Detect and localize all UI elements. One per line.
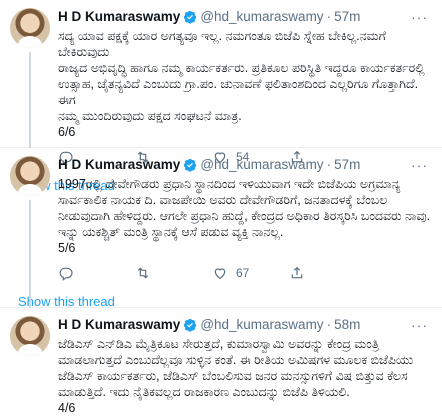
thread-line <box>29 52 31 148</box>
share-button[interactable] <box>289 265 366 281</box>
timestamp[interactable]: 57m <box>334 156 360 174</box>
tweet-header: H D Kumaraswamy @hd_kumaraswamy · 57m ··… <box>58 156 432 174</box>
tweet[interactable]: H D Kumaraswamy @hd_kumaraswamy · 57m ··… <box>0 0 442 193</box>
avatar[interactable] <box>10 8 50 48</box>
author-handle[interactable]: @hd_kumaraswamy <box>200 8 323 26</box>
tweet[interactable]: H D Kumaraswamy @hd_kumaraswamy · 57m ··… <box>0 148 442 309</box>
avatar[interactable] <box>10 156 50 196</box>
tweet-header: H D Kumaraswamy @hd_kumaraswamy · 58m ··… <box>58 316 432 334</box>
reply-icon <box>59 267 73 281</box>
tweet-text: ಜೆಡಿಎಸ್ ಎನ್‌ಡಿಎ ಮೈತ್ರಿಕೂಟ ಸೇರುತ್ತದೆ, ಕುಮ… <box>58 336 432 416</box>
author-handle[interactable]: @hd_kumaraswamy <box>200 156 323 174</box>
share-icon <box>291 266 303 279</box>
tweet-text-line: ಜೆಡಿಎಸ್ ಎನ್‌ಡಿಎ ಮೈತ್ರಿಕೂಟ ಸೇರುತ್ತದೆ, ಕುಮ… <box>58 337 379 351</box>
tweet-text-line: ಸಾರ್ವಕಾಲಿಕ ನಾಯಕ ದಿ. ವಾಜಪೇಯಿ ಅವರು ದೇವೇಗೌಡ… <box>58 193 388 207</box>
timestamp[interactable]: 57m <box>334 8 360 26</box>
tweet-text-line: ರಾಜ್ಯದ ಅಭಿವೃದ್ಧಿ ಹಾಗೂ ನಮ್ಮ ಕಾರ್ಯಕರ್ತರು. … <box>58 61 425 75</box>
avatar[interactable] <box>10 316 50 356</box>
tweet[interactable]: H D Kumaraswamy @hd_kumaraswamy · 58m ··… <box>0 308 442 415</box>
tweet-text: 1997ರಲ್ಲಿ ದೇವೇಗೌಡರು ಪ್ರಧಾನಿ ಸ್ಥಾನದಿಂದ ಇಳ… <box>58 176 432 256</box>
tweet-text-line: ಮಾಡುತ್ತಿದೆ. ಇದು ನೈತಿಕವಲ್ಲದ ರಾಜಕಾರಣ ಎಂಬುದ… <box>58 385 350 399</box>
tweet-text-line: ಇನ್ನು ಯಕಶ್ಚಿತ್ ಮಂತ್ರಿ ಸ್ಥಾನಕ್ಕೆ ಆಸೆ ಪಡುವ… <box>58 225 284 239</box>
thread-counter: 5/6 <box>58 241 76 255</box>
tweet-text-line: ಉತ್ಸಾಹ, ಚೈತನ್ಯವಿದೆ ಎಂಬುದು ಗ್ರಾ.ಪಂ. ಚುನಾವ… <box>58 77 419 107</box>
like-count: 67 <box>236 266 250 280</box>
timestamp[interactable]: 58m <box>334 316 360 334</box>
more-horizontal-icon[interactable]: ··· <box>411 156 432 174</box>
verified-badge-icon <box>184 158 197 172</box>
separator-dot: · <box>326 317 332 332</box>
author-name[interactable]: H D Kumaraswamy <box>58 8 180 26</box>
more-horizontal-icon[interactable]: ··· <box>411 316 432 334</box>
thread-counter: 6/6 <box>58 125 76 139</box>
heart-icon <box>214 268 226 280</box>
tweet-text-line: ಮಾಡಲಾಗುತ್ತದೆ ಎಂಬುದೆಲ್ಲವೂ ಸುಳ್ಳಿನ ಕಂತೆ. ಈ… <box>58 353 414 367</box>
verified-badge-icon <box>184 10 197 24</box>
thread-line <box>29 200 31 308</box>
author-name[interactable]: H D Kumaraswamy <box>58 156 180 174</box>
tweet-text: ಸದ್ಯ ಯಾವ ಪಕ್ಷಕ್ಕೆ ಯಾರ ಅಗತ್ಯವೂ ಇಲ್ಲ. ನಮಗಂ… <box>58 28 432 140</box>
tweet-header: H D Kumaraswamy @hd_kumaraswamy · 57m ··… <box>58 8 432 26</box>
like-button[interactable]: 67 <box>212 265 289 281</box>
tweet-text-line: ನೀಡುವುದಾಗಿ ಹೇಳಿದ್ದರು. ಆಗಲೇ ಪ್ರಧಾನಿ ಹುದ್ದ… <box>58 209 431 223</box>
tweet-text-line: 1997ರಲ್ಲಿ ದೇವೇಗೌಡರು ಪ್ರಧಾನಿ ಸ್ಥಾನದಿಂದ ಇಳ… <box>58 177 401 191</box>
tweet-text-line: ಜೆಡಿಎಸ್ ಕಾರ್ಯಕರ್ತರು, ಜೆಡಿಎಸ್ ಬೆಂಬಲಿಸುವ ಜ… <box>58 369 408 383</box>
separator-dot: · <box>326 157 332 172</box>
more-horizontal-icon[interactable]: ··· <box>411 8 432 26</box>
author-name[interactable]: H D Kumaraswamy <box>58 316 180 334</box>
separator-dot: · <box>326 9 332 24</box>
tweet-actions: 67 <box>58 264 432 282</box>
retweet-button[interactable] <box>135 265 212 281</box>
thread-counter: 4/6 <box>58 401 76 415</box>
retweet-icon <box>137 267 149 279</box>
reply-button[interactable] <box>58 265 135 281</box>
verified-badge-icon <box>184 318 197 332</box>
tweet-text-line: ನಮ್ಮ ಮುಂದಿರುವುದು ಪಕ್ಷದ ಸಂಘಟನೆ ಮಾತ್ರ. <box>58 109 242 123</box>
tweet-text-line: ಸದ್ಯ ಯಾವ ಪಕ್ಷಕ್ಕೆ ಯಾರ ಅಗತ್ಯವೂ ಇಲ್ಲ. ನಮಗಂ… <box>58 29 386 59</box>
author-handle[interactable]: @hd_kumaraswamy <box>200 316 323 334</box>
